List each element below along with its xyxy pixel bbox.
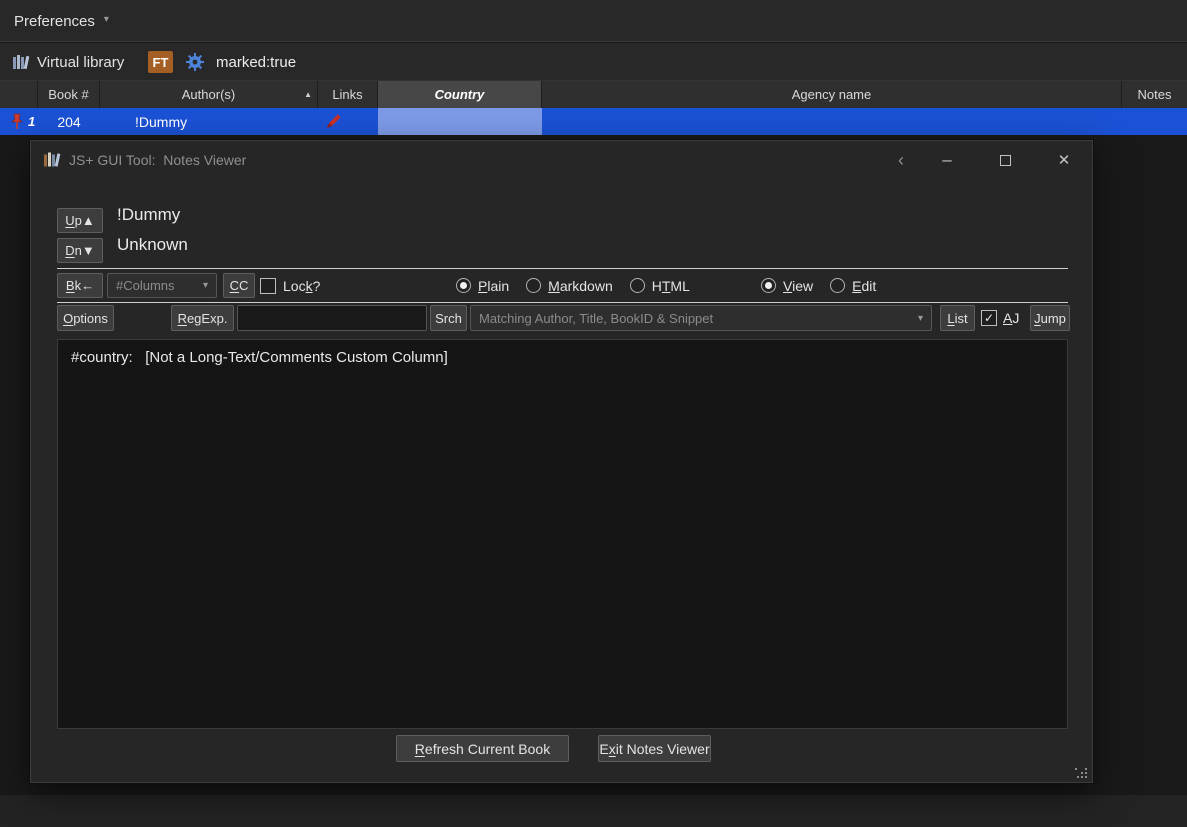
preferences-label: Preferences xyxy=(14,12,95,30)
close-icon[interactable]: ✕ xyxy=(1047,141,1081,179)
aj-checkbox-box: ✓ xyxy=(981,310,997,326)
radio-view-circle xyxy=(761,278,776,293)
sort-ascending-icon: ▲ xyxy=(304,90,312,99)
regexp-button[interactable]: RegExp. xyxy=(171,305,234,331)
exit-notes-viewer-button[interactable]: Ex it Notes Viewer xyxy=(598,735,711,762)
cell-authors: !Dummy xyxy=(135,113,188,130)
search-input[interactable] xyxy=(237,305,427,331)
table-row[interactable]: 1 204 !Dummy xyxy=(0,108,1187,135)
row-index: 1 xyxy=(28,114,36,129)
toolbar: Virtual library FT marked:true xyxy=(0,43,1187,81)
mode-radio-group: View Edit xyxy=(761,273,876,298)
header-country-label: Country xyxy=(434,87,485,102)
header-pin-column[interactable] xyxy=(0,81,38,108)
cc-button[interactable]: CC xyxy=(223,273,255,298)
preferences-menu[interactable]: Preferences ▾ xyxy=(14,0,109,42)
columns-dropdown[interactable]: #Columns ▾ xyxy=(107,273,217,298)
back-book-button[interactable]: Bk← xyxy=(57,273,103,298)
match-dropdown[interactable]: Matching Author, Title, BookID & Snippet… xyxy=(470,305,932,331)
up-button[interactable]: Up▲ xyxy=(57,208,103,233)
resize-grip[interactable] xyxy=(1075,766,1087,778)
minimize-icon[interactable]: – xyxy=(930,141,964,179)
status-strip xyxy=(0,795,1187,827)
match-dropdown-placeholder: Matching Author, Title, BookID & Snippet xyxy=(479,310,714,326)
search-query-text[interactable]: marked:true xyxy=(216,43,296,81)
dialog-titlebar[interactable]: JS+ GUI Tool: Notes Viewer ‹ – ✕ xyxy=(31,141,1092,179)
header-agency-label: Agency name xyxy=(791,87,872,102)
pin-icon[interactable] xyxy=(9,113,25,130)
radio-view-label: View xyxy=(783,277,814,294)
back-icon[interactable]: ‹ xyxy=(884,141,918,179)
divider xyxy=(57,302,1068,303)
radio-markdown-label: Markdown xyxy=(548,277,613,294)
notes-content[interactable]: #country: [Not a Long-Text/Comments Cust… xyxy=(57,339,1068,729)
radio-html-label: HTML xyxy=(651,277,690,294)
maximize-icon[interactable] xyxy=(988,141,1022,179)
virtual-library-label: Virtual library xyxy=(37,53,125,71)
header-notes[interactable]: Notes xyxy=(1122,81,1187,108)
dialog-title: JS+ GUI Tool: Notes Viewer xyxy=(69,152,247,168)
header-book-num[interactable]: Book # xyxy=(38,81,100,108)
columns-dropdown-value: #Columns xyxy=(116,278,175,293)
format-radio-group: Plain Markdown HTML xyxy=(456,273,690,298)
radio-html-circle xyxy=(629,278,645,293)
list-button[interactable]: List xyxy=(940,305,975,331)
refresh-current-book-button[interactable]: Refresh Current Book xyxy=(396,735,569,762)
header-links[interactable]: Links xyxy=(318,81,378,108)
lock-checkbox-box xyxy=(260,277,276,294)
radio-html[interactable]: HTML xyxy=(629,277,690,294)
radio-edit-circle xyxy=(830,278,846,293)
chevron-down-icon: ▾ xyxy=(202,280,208,291)
link-pen-icon[interactable] xyxy=(324,112,343,131)
radio-plain[interactable]: Plain xyxy=(456,278,509,294)
current-book-author: Unknown xyxy=(117,235,188,254)
lock-checkbox[interactable]: Lock? xyxy=(260,273,320,298)
chevron-down-icon: ▾ xyxy=(917,312,923,324)
radio-plain-label: Plain xyxy=(478,277,510,294)
aj-checkbox[interactable]: ✓ AJ xyxy=(981,305,1019,331)
header-authors[interactable]: Author(s) ▲ xyxy=(100,81,318,108)
current-book-title: !Dummy xyxy=(117,205,181,224)
radio-edit[interactable]: Edit xyxy=(830,278,876,294)
header-book-num-label: Book # xyxy=(48,87,89,102)
gear-icon[interactable] xyxy=(185,52,205,72)
cell-book-num: 204 xyxy=(57,113,81,130)
radio-view[interactable]: View xyxy=(761,278,813,294)
srch-button[interactable]: Srch xyxy=(430,305,467,331)
checkmark-icon: ✓ xyxy=(983,311,995,325)
menubar: Preferences ▾ xyxy=(0,0,1187,42)
library-icon xyxy=(13,55,30,70)
header-agency[interactable]: Agency name xyxy=(542,81,1122,108)
radio-plain-circle xyxy=(456,278,471,293)
notes-viewer-dialog: JS+ GUI Tool: Notes Viewer ‹ – ✕ Up▲ !Du… xyxy=(30,140,1093,783)
lock-label: Lock? xyxy=(283,277,321,294)
radio-markdown-circle xyxy=(526,278,542,293)
cell-country xyxy=(378,108,542,135)
options-button[interactable]: Options xyxy=(57,305,114,331)
dialog-library-icon xyxy=(44,152,61,167)
maximize-box xyxy=(999,154,1011,166)
header-links-label: Links xyxy=(332,87,363,102)
chevron-down-icon: ▾ xyxy=(103,13,109,25)
radio-edit-label: Edit xyxy=(852,277,877,294)
table-header: Book # Author(s) ▲ Links Country Agency … xyxy=(0,81,1187,108)
radio-markdown[interactable]: Markdown xyxy=(526,278,613,294)
virtual-library-button[interactable]: Virtual library xyxy=(12,43,124,81)
down-button[interactable]: Dn▼ xyxy=(57,238,103,263)
jump-button[interactable]: Jump xyxy=(1030,305,1070,331)
aj-label: AJ xyxy=(1003,310,1020,326)
ft-badge[interactable]: FT xyxy=(148,51,173,73)
header-country[interactable]: Country xyxy=(378,81,542,108)
header-authors-label: Author(s) xyxy=(181,87,236,102)
app-window: Preferences ▾ Virtual library FT marked:… xyxy=(0,0,1187,827)
divider xyxy=(57,268,1068,269)
header-notes-label: Notes xyxy=(1137,87,1172,102)
